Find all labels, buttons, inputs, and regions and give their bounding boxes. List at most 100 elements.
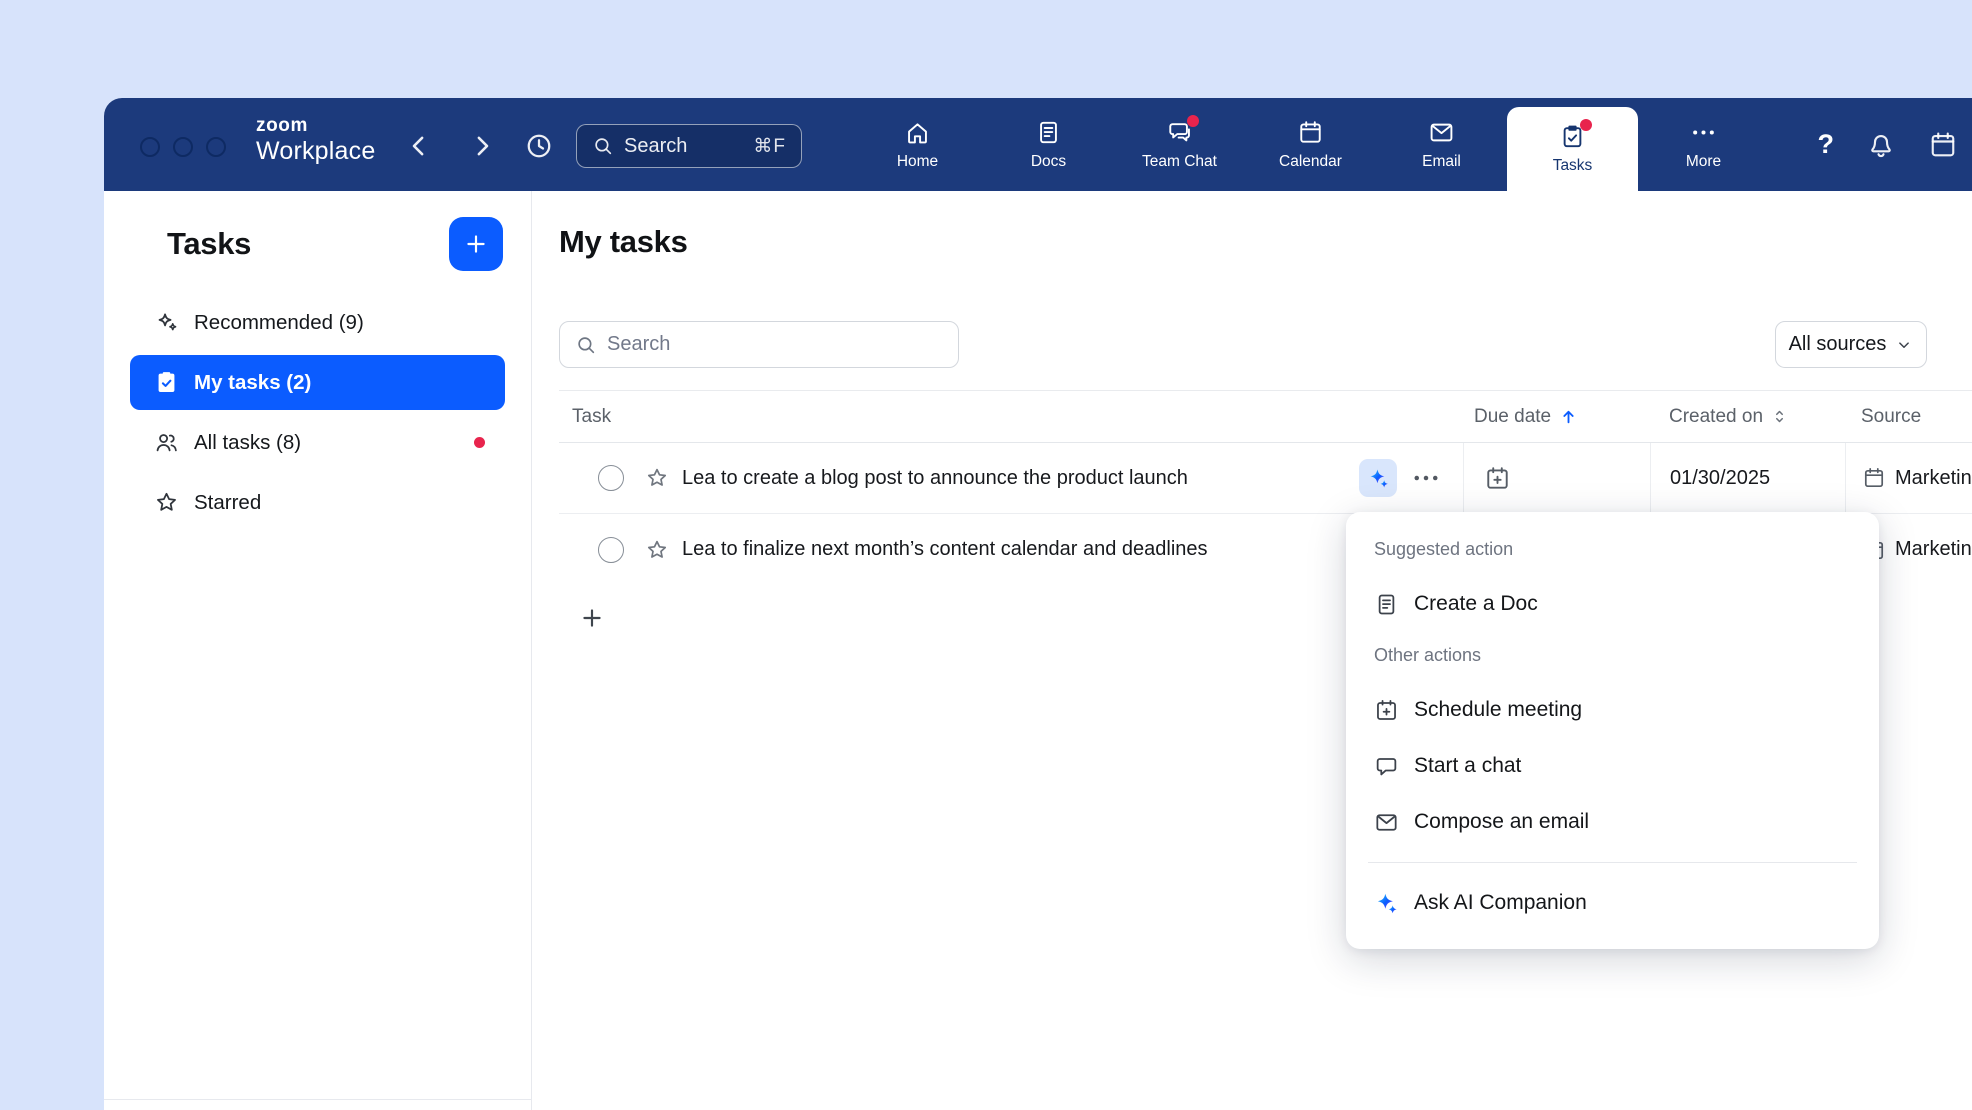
zoom-workplace-logo: zoom Workplace — [256, 115, 375, 165]
help-icon[interactable]: ? — [1818, 131, 1835, 158]
email-icon — [1428, 119, 1455, 146]
more-actions-icon[interactable] — [1411, 463, 1441, 493]
menu-item-ask-ai-companion[interactable]: Ask AI Companion — [1346, 875, 1879, 931]
sidebar-header: Tasks — [104, 217, 531, 271]
add-due-date-icon[interactable] — [1484, 465, 1511, 492]
tasks-notification-dot — [1580, 119, 1592, 131]
sidebar-item-starred[interactable]: Starred — [130, 475, 505, 530]
all-tasks-notification-dot — [474, 437, 485, 448]
app-window: zoom Workplace Search ⌘F Home Docs Tea — [104, 98, 1972, 1110]
new-task-button[interactable] — [449, 217, 503, 271]
task-search-input[interactable] — [607, 333, 943, 356]
people-icon — [154, 430, 179, 455]
menu-item-schedule-meeting[interactable]: Schedule meeting — [1346, 682, 1879, 738]
menu-suggested-items: Create a Doc — [1346, 576, 1879, 632]
nav-team-chat[interactable]: Team Chat — [1114, 98, 1245, 191]
ai-companion-button[interactable] — [1359, 459, 1397, 497]
ai-companion-icon — [1374, 891, 1399, 916]
task-cell: Lea to finalize next month’s content cal… — [559, 514, 1463, 585]
window-control-zoom[interactable] — [206, 137, 226, 157]
table-header: Task Due date Created on Source — [559, 390, 1972, 443]
menu-item-compose-email[interactable]: Compose an email — [1346, 794, 1879, 850]
created-on-cell: 01/30/2025 — [1650, 443, 1845, 513]
sort-ascending-icon — [1558, 406, 1579, 427]
mini-calendar-icon[interactable] — [1928, 130, 1958, 160]
calendar-icon — [1862, 466, 1886, 490]
due-date-cell[interactable] — [1463, 443, 1650, 513]
task-cell: Lea to create a blog post to announce th… — [559, 443, 1463, 513]
nav-tasks[interactable]: Tasks — [1507, 107, 1638, 191]
workplace-label: Workplace — [256, 137, 375, 165]
source-cell: Marketing — [1845, 443, 1972, 513]
source-value: Marketing — [1895, 538, 1972, 561]
sort-toggle-icon — [1770, 407, 1789, 426]
search-icon — [575, 334, 597, 356]
nav-more[interactable]: More — [1638, 98, 1769, 191]
primary-nav: Home Docs Team Chat Calendar Email Tasks — [852, 98, 1769, 191]
history-nav — [404, 131, 497, 161]
sidebar-item-label: All tasks (8) — [194, 431, 301, 455]
topbar: zoom Workplace Search ⌘F Home Docs Tea — [104, 98, 1972, 191]
sidebar-item-label: Recommended (9) — [194, 311, 364, 335]
sidebar-item-all-tasks[interactable]: All tasks (8) — [130, 415, 505, 470]
menu-other-items: Schedule meeting Start a chat Compose an… — [1346, 682, 1879, 850]
search-shortcut: ⌘F — [753, 135, 786, 158]
column-header-created-on[interactable]: Created on — [1650, 406, 1845, 428]
window-control-close[interactable] — [140, 137, 160, 157]
clipboard-check-icon — [154, 370, 179, 395]
created-on-value: 01/30/2025 — [1670, 467, 1770, 490]
topbar-right-icons: ? — [1818, 98, 1959, 191]
menu-divider — [1368, 862, 1857, 863]
page-title: My tasks — [559, 224, 688, 260]
forward-button[interactable] — [467, 131, 497, 161]
team-chat-notification-dot — [1187, 115, 1199, 127]
chevron-down-icon — [1895, 336, 1913, 354]
ai-companion-icon — [1367, 467, 1390, 490]
task-search — [559, 321, 959, 368]
notifications-bell-icon[interactable] — [1866, 130, 1896, 160]
window-control-minimize[interactable] — [173, 137, 193, 157]
source-value: Marketing — [1895, 467, 1972, 490]
plus-icon — [579, 605, 605, 631]
docs-icon — [1035, 119, 1062, 146]
nav-docs[interactable]: Docs — [983, 98, 1114, 191]
chat-bubble-icon — [1374, 754, 1399, 779]
star-icon — [154, 490, 179, 515]
sources-filter-dropdown[interactable]: All sources — [1775, 321, 1927, 368]
calendar-icon — [1297, 119, 1324, 146]
global-search-label: Search — [624, 135, 687, 158]
menu-section-suggested: Suggested action — [1346, 538, 1879, 560]
sidebar-list: Recommended (9) My tasks (2) All tasks (… — [104, 295, 531, 530]
global-search[interactable]: Search ⌘F — [576, 124, 802, 168]
menu-section-other: Other actions — [1346, 644, 1879, 666]
nav-home[interactable]: Home — [852, 98, 983, 191]
task-row[interactable]: Lea to create a blog post to announce th… — [559, 443, 1972, 514]
nav-calendar[interactable]: Calendar — [1245, 98, 1376, 191]
sidebar-item-label: Starred — [194, 491, 261, 515]
star-icon[interactable] — [645, 538, 669, 562]
sparkles-icon — [154, 310, 179, 335]
sidebar-title: Tasks — [167, 226, 251, 262]
sidebar-item-my-tasks[interactable]: My tasks (2) — [130, 355, 505, 410]
star-icon[interactable] — [645, 466, 669, 490]
task-checkbox[interactable] — [598, 537, 624, 563]
column-header-task: Task — [559, 406, 1463, 428]
task-title: Lea to create a blog post to announce th… — [682, 467, 1349, 490]
search-icon — [592, 135, 614, 157]
plus-icon — [463, 231, 489, 257]
column-header-source[interactable]: Source — [1845, 406, 1972, 428]
calendar-plus-icon — [1374, 698, 1399, 723]
recent-history-icon[interactable] — [524, 131, 554, 161]
sources-filter-label: All sources — [1789, 333, 1887, 356]
back-button[interactable] — [404, 131, 434, 161]
sidebar-item-label: My tasks (2) — [194, 371, 311, 395]
task-title: Lea to finalize next month’s content cal… — [682, 538, 1349, 561]
zoom-wordmark: zoom — [256, 115, 375, 137]
menu-item-create-doc[interactable]: Create a Doc — [1346, 576, 1879, 632]
task-checkbox[interactable] — [598, 465, 624, 491]
sidebar-item-recommended[interactable]: Recommended (9) — [130, 295, 505, 350]
column-header-due-date[interactable]: Due date — [1463, 406, 1650, 428]
nav-email[interactable]: Email — [1376, 98, 1507, 191]
menu-item-start-chat[interactable]: Start a chat — [1346, 738, 1879, 794]
email-icon — [1374, 810, 1399, 835]
